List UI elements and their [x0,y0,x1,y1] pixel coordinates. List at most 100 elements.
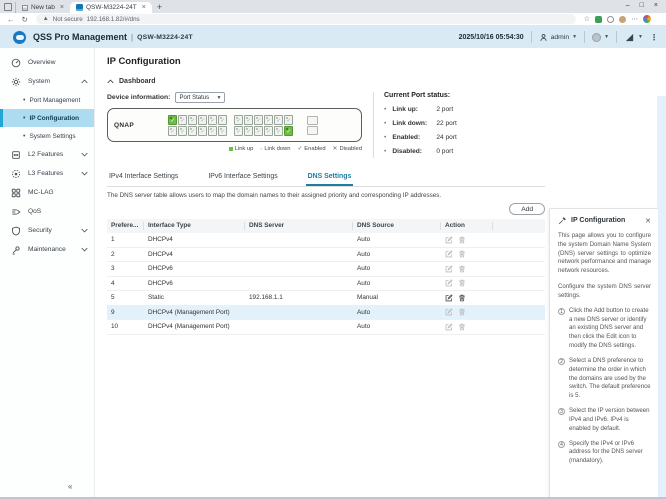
table-row[interactable]: 2 DHCPv4 Auto [107,247,545,262]
sidebar-item-qos[interactable]: QoS [0,202,94,221]
port-12[interactable] [218,125,227,136]
delete-icon[interactable] [458,279,466,287]
port-19[interactable] [264,114,273,125]
port-24[interactable] [284,125,293,136]
edit-icon[interactable] [445,279,453,287]
sidebar-item-mclag[interactable]: MC-LAG [0,183,94,202]
sidebar-item-system[interactable]: System [0,72,94,91]
port-16[interactable] [244,125,253,136]
window-close-button[interactable]: × [654,2,658,9]
new-tab-button[interactable]: + [157,2,162,12]
back-button[interactable]: ← [7,15,15,24]
sidebar-item-overview[interactable]: Overview [0,53,94,72]
delete-icon[interactable] [458,308,466,316]
sfp-cage[interactable] [307,125,318,135]
user-menu[interactable]: admin ▼ [539,33,577,42]
port-8[interactable] [198,125,207,136]
bookmark-star-icon[interactable]: ☆ [584,15,590,23]
edit-icon[interactable] [445,308,453,316]
sidebar-item-l3-features[interactable]: L3 Features [0,164,94,183]
tab-close-icon[interactable]: × [142,4,146,11]
browser-avatar[interactable] [619,15,627,23]
table-row[interactable]: 4 DHCPv6 Auto [107,276,545,291]
sidebar-item-maintenance[interactable]: Maintenance [0,240,94,259]
port-14[interactable] [234,125,243,136]
dashboard-toggle[interactable]: Dashboard [107,78,658,85]
port-status-title: Current Port status: [384,92,451,99]
reload-button[interactable]: ↻ [22,15,28,24]
sync-icon[interactable] [607,15,615,23]
port-5[interactable] [188,114,197,125]
browser-tab-device[interactable]: QSW-M3224-24T × [69,2,152,13]
delete-icon[interactable] [458,323,466,331]
sidebar-item-system-settings[interactable]: • System Settings [0,127,94,145]
port-20[interactable] [264,125,273,136]
port-11[interactable] [218,114,227,125]
port-3[interactable] [178,114,187,125]
port-21[interactable] [274,114,283,125]
extension-icon[interactable] [595,15,603,23]
page-scrollbar[interactable] [657,96,666,497]
edit-icon[interactable] [445,294,453,302]
table-row[interactable]: 5 Static 192.168.1.1 Manual [107,291,545,306]
table-cell: Auto [357,279,371,287]
port-status-item: • Disabled: 0 port [384,148,454,155]
browser-menu-icon[interactable]: ⋯ [631,15,638,23]
browser-tab-newtab[interactable]: New tab × [15,2,70,13]
port-23[interactable] [284,114,293,125]
tab-dns-settings[interactable]: DNS Settings [305,170,354,186]
table-row[interactable]: 3 DHCPv6 Auto [107,262,545,277]
device-view-select[interactable]: Port Status ▼ [175,92,226,103]
tab-ipv4-interface-settings[interactable]: IPv4 Interface Settings [107,170,180,186]
tab-ipv6-interface-settings[interactable]: IPv6 Interface Settings [206,170,279,186]
sidebar-item-ip-configuration[interactable]: • IP Configuration [0,109,94,127]
tab-list-icon[interactable] [4,3,12,11]
table-row[interactable]: 10 DHCPv4 (Management Port) Auto [107,320,545,335]
tools-menu[interactable]: ▼ [624,32,643,43]
port-13[interactable] [234,114,243,125]
edit-icon[interactable] [445,250,453,258]
help-close-icon[interactable]: ✕ [645,217,651,225]
port-10[interactable] [208,125,217,136]
delete-icon[interactable] [458,236,466,244]
table-row[interactable]: 9 DHCPv4 (Management Port) Auto [107,305,545,320]
window-minimize-button[interactable]: – [626,2,630,9]
sidebar-item-security[interactable]: Security [0,221,94,240]
port-17[interactable] [254,114,263,125]
help-step: 3 Select the IP version between IPv4 and … [558,407,651,433]
edit-icon[interactable] [445,323,453,331]
sfp-cage[interactable] [307,115,318,125]
port-18[interactable] [254,125,263,136]
delete-icon[interactable] [458,265,466,273]
language-menu[interactable]: ▼ [592,32,609,42]
port-4[interactable] [178,125,187,136]
port-status-item: • Link down: 22 port [384,120,457,127]
app-title: QSS Pro Management [33,32,128,42]
delete-icon[interactable] [458,294,466,302]
port-2[interactable] [168,125,177,136]
port-15[interactable] [244,114,253,125]
sidebar-item-l2-features[interactable]: L2 Features [0,145,94,164]
port-1[interactable] [168,114,177,125]
port-9[interactable] [208,114,217,125]
window-maximize-button[interactable]: □ [640,2,644,9]
address-bar[interactable]: ▲ Not secure 192.168.1.82/#/dns [35,14,576,24]
profile-icon[interactable] [643,15,652,23]
legend-label: Disabled [339,146,362,152]
add-button[interactable]: Add [509,203,545,215]
sidebar-item-port-management[interactable]: • Port Management [0,91,94,109]
table-cell: DHCPv4 (Management Port) [148,308,230,316]
edit-icon[interactable] [445,265,453,273]
port-7[interactable] [198,114,207,125]
delete-icon[interactable] [458,250,466,258]
tab-close-icon[interactable]: × [60,4,64,11]
port-6[interactable] [188,125,197,136]
sidebar-collapse-button[interactable]: « [68,482,72,491]
table-row[interactable]: 1 DHCPv4 Auto [107,233,545,248]
row-actions [441,250,493,258]
port-22[interactable] [274,125,283,136]
table-header: Prefere... Interface Type DNS Server DNS… [107,219,545,233]
sidebar-label: Security [28,227,52,234]
more-options-icon[interactable]: ⋮ [650,33,658,42]
edit-icon[interactable] [445,236,453,244]
